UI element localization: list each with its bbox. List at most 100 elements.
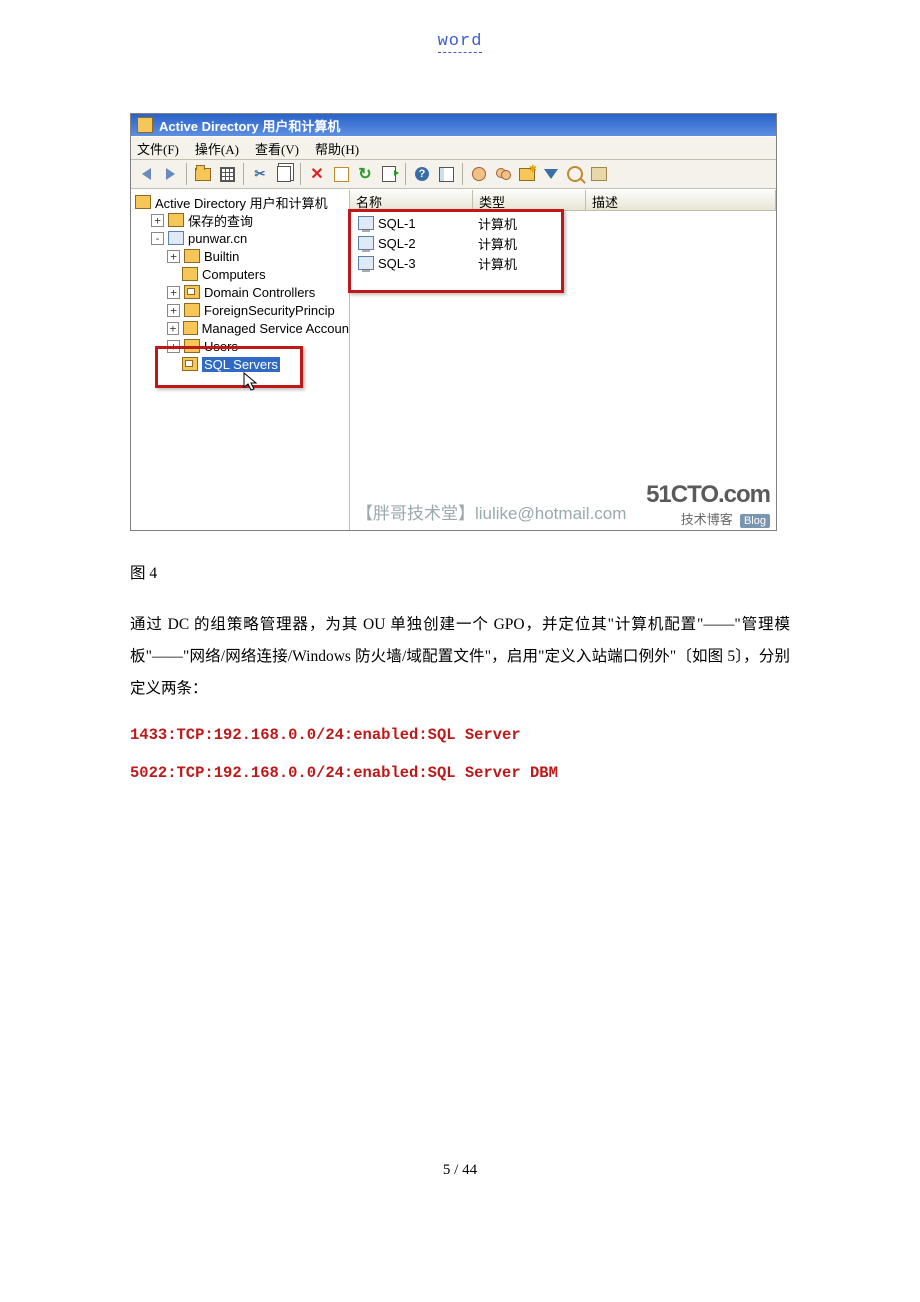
user-icon bbox=[472, 167, 486, 181]
ou-icon bbox=[182, 357, 198, 371]
folder-icon bbox=[182, 267, 198, 281]
expander-icon[interactable]: + bbox=[167, 340, 180, 353]
row-name: SQL-2 bbox=[378, 236, 478, 251]
toolbar-separator bbox=[462, 163, 463, 185]
tree-label: Builtin bbox=[204, 249, 239, 264]
row-type: 计算机 bbox=[478, 234, 578, 253]
tree-item-selected[interactable]: SQL Servers bbox=[131, 355, 349, 373]
tree-label: Users bbox=[204, 339, 238, 354]
list-row[interactable]: SQL-3 计算机 bbox=[350, 253, 776, 273]
export-button[interactable] bbox=[378, 163, 400, 185]
new-user-button[interactable] bbox=[468, 163, 490, 185]
row-name: SQL-3 bbox=[378, 256, 478, 271]
expander-icon[interactable]: + bbox=[167, 304, 180, 317]
menu-view[interactable]: 查看(V) bbox=[255, 139, 299, 158]
body-paragraph: 通过 DC 的组策略管理器，为其 OU 单独创建一个 GPO，并定位其"计算机配… bbox=[130, 609, 790, 704]
screenshot-figure: Active Directory 用户和计算机 文件(F) 操作(A) 查看(V… bbox=[130, 113, 777, 531]
toolbar-separator bbox=[405, 163, 406, 185]
menubar: 文件(F) 操作(A) 查看(V) 帮助(H) bbox=[131, 136, 776, 160]
tree-item[interactable]: Computers bbox=[131, 265, 349, 283]
ou-icon bbox=[184, 285, 200, 299]
expander-icon[interactable]: - bbox=[151, 232, 164, 245]
help-icon: ? bbox=[415, 167, 429, 181]
tree-item[interactable]: + Users bbox=[131, 337, 349, 355]
arrow-left-icon bbox=[142, 168, 151, 180]
col-name[interactable]: 名称 bbox=[350, 190, 473, 210]
row-type: 计算机 bbox=[478, 214, 578, 233]
toolbar-separator bbox=[300, 163, 301, 185]
tree-pane: Active Directory 用户和计算机 + 保存的查询 - punwar… bbox=[131, 190, 350, 530]
properties-button[interactable] bbox=[330, 163, 352, 185]
tree-item[interactable]: + 保存的查询 bbox=[131, 211, 349, 229]
new-group-button[interactable] bbox=[492, 163, 514, 185]
filter-button[interactable] bbox=[540, 163, 562, 185]
grid-icon bbox=[220, 167, 235, 182]
delete-icon: ✕ bbox=[310, 164, 323, 184]
copy-button[interactable] bbox=[273, 163, 295, 185]
watermark-logo: 51CTO.com bbox=[646, 481, 770, 509]
col-desc[interactable]: 描述 bbox=[586, 190, 776, 210]
tree-label: 保存的查询 bbox=[188, 211, 253, 230]
help-button[interactable]: ? bbox=[411, 163, 433, 185]
tree-item[interactable]: + ForeignSecurityPrincip bbox=[131, 301, 349, 319]
app-icon bbox=[137, 117, 153, 133]
folder-icon bbox=[168, 213, 184, 227]
new-ou-button[interactable] bbox=[516, 163, 538, 185]
search-icon bbox=[567, 166, 583, 182]
folder-icon bbox=[184, 249, 200, 263]
list-body: SQL-1 计算机 SQL-2 计算机 SQL-3 计算机 bbox=[350, 211, 776, 275]
tree-item[interactable]: + Managed Service Accoun bbox=[131, 319, 349, 337]
window-titlebar: Active Directory 用户和计算机 bbox=[131, 114, 776, 136]
list-header: 名称 类型 描述 bbox=[350, 190, 776, 211]
computer-icon bbox=[358, 236, 374, 250]
copy-icon bbox=[277, 166, 291, 182]
delete-button[interactable]: ✕ bbox=[306, 163, 328, 185]
tree-root-label: Active Directory 用户和计算机 bbox=[155, 193, 328, 212]
find-button[interactable] bbox=[564, 163, 586, 185]
expander-blank bbox=[167, 359, 178, 370]
main-area: Active Directory 用户和计算机 + 保存的查询 - punwar… bbox=[131, 189, 776, 530]
page-header: word bbox=[130, 32, 790, 53]
tree-item[interactable]: + Builtin bbox=[131, 247, 349, 265]
properties-icon bbox=[334, 167, 349, 182]
back-button[interactable] bbox=[135, 163, 157, 185]
list-row[interactable]: SQL-1 计算机 bbox=[350, 213, 776, 233]
expander-icon[interactable]: + bbox=[167, 286, 180, 299]
tree-label: Domain Controllers bbox=[204, 285, 315, 300]
col-type[interactable]: 类型 bbox=[473, 190, 586, 210]
users-icon bbox=[496, 168, 510, 180]
row-name: SQL-1 bbox=[378, 216, 478, 231]
computer-icon bbox=[358, 216, 374, 230]
export-icon bbox=[382, 166, 396, 182]
expander-icon[interactable]: + bbox=[167, 322, 179, 335]
expander-icon[interactable]: + bbox=[167, 250, 180, 263]
filter-icon bbox=[544, 169, 558, 179]
row-type: 计算机 bbox=[478, 254, 578, 273]
list-row[interactable]: SQL-2 计算机 bbox=[350, 233, 776, 253]
misc-icon bbox=[591, 167, 607, 181]
tree-item[interactable]: + Domain Controllers bbox=[131, 283, 349, 301]
refresh-button[interactable]: ↻ bbox=[354, 163, 376, 185]
expander-blank bbox=[167, 269, 178, 280]
toolbar: ✂ ✕ ↻ ? bbox=[131, 160, 776, 189]
watermark-sub: 技术博客 bbox=[681, 512, 733, 527]
code-line-2: 5022:TCP:192.168.0.0/24:enabled:SQL Serv… bbox=[130, 764, 790, 782]
cut-button[interactable]: ✂ bbox=[249, 163, 271, 185]
menu-help[interactable]: 帮助(H) bbox=[315, 139, 359, 158]
forward-button[interactable] bbox=[159, 163, 181, 185]
misc-button[interactable] bbox=[588, 163, 610, 185]
folder-icon bbox=[184, 339, 200, 353]
watermark-blog-badge: Blog bbox=[740, 514, 770, 528]
panel-button[interactable] bbox=[435, 163, 457, 185]
menu-action[interactable]: 操作(A) bbox=[195, 139, 239, 158]
up-folder-button[interactable] bbox=[192, 163, 214, 185]
menu-file[interactable]: 文件(F) bbox=[137, 139, 179, 158]
panel-icon bbox=[439, 167, 454, 182]
grid-button[interactable] bbox=[216, 163, 238, 185]
tree-root[interactable]: Active Directory 用户和计算机 bbox=[131, 193, 349, 211]
watermark-left: 【胖哥技术堂】liulike@hotmail.com bbox=[356, 499, 626, 524]
cursor-icon bbox=[243, 372, 259, 392]
tree-item[interactable]: - punwar.cn bbox=[131, 229, 349, 247]
expander-icon[interactable]: + bbox=[151, 214, 164, 227]
root-icon bbox=[135, 195, 151, 209]
